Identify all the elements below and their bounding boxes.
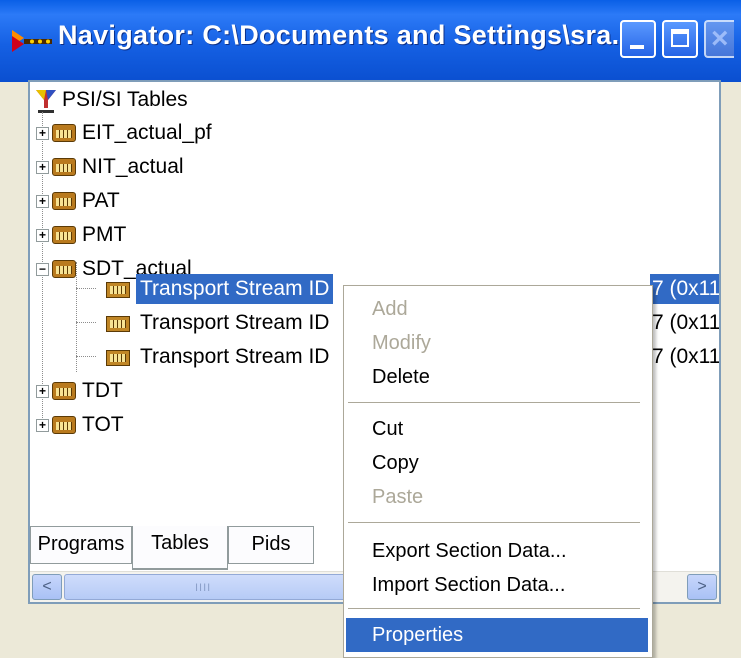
expand-icon[interactable]: +: [36, 127, 49, 140]
menu-separator: [348, 402, 640, 403]
tree-node-value: 7 (0x11: [652, 345, 721, 368]
chevron-right-icon: >: [697, 578, 707, 595]
tab-pids[interactable]: Pids: [228, 526, 314, 564]
minimize-button[interactable]: [620, 20, 656, 58]
scroll-thumb[interactable]: IIII: [64, 574, 354, 600]
table-icon: [52, 158, 76, 176]
table-icon: [52, 416, 76, 434]
menu-item-delete[interactable]: Delete: [346, 360, 648, 394]
menu-item-modify[interactable]: Modify: [346, 326, 648, 360]
tree-node-label: EIT_actual_pf: [82, 121, 212, 144]
expand-icon[interactable]: +: [36, 161, 49, 174]
tree-node-label: PMT: [82, 223, 127, 246]
tree-node-value: 7 (0x11: [652, 311, 721, 334]
tree-node-label: Transport Stream ID: [140, 311, 330, 334]
table-icon: [52, 192, 76, 210]
navigator-app-icon: [12, 30, 52, 52]
menu-separator: [348, 608, 640, 609]
menu-item-paste[interactable]: Paste: [346, 480, 648, 514]
scroll-left-button[interactable]: <: [32, 574, 62, 600]
tree-node-value: 7 (0x11: [650, 274, 719, 304]
tree-root-label[interactable]: PSI/SI Tables: [62, 88, 188, 112]
close-button[interactable]: ×: [704, 20, 734, 58]
menu-item-add[interactable]: Add: [346, 292, 648, 326]
menu-item-export-section-data[interactable]: Export Section Data...: [346, 534, 648, 568]
expand-icon[interactable]: +: [36, 385, 49, 398]
record-icon: [106, 282, 130, 298]
tab-tables[interactable]: Tables: [132, 526, 228, 570]
expand-icon[interactable]: +: [36, 195, 49, 208]
menu-item-copy[interactable]: Copy: [346, 446, 648, 480]
scroll-grip: IIII: [195, 582, 212, 594]
tab-programs[interactable]: Programs: [30, 526, 132, 564]
expand-icon[interactable]: +: [36, 229, 49, 242]
table-icon: [52, 226, 76, 244]
window-title: Navigator: C:\Documents and Settings\sra…: [58, 20, 635, 50]
record-icon: [106, 316, 130, 332]
maximize-icon: [671, 29, 689, 47]
record-icon: [106, 350, 130, 366]
expand-icon[interactable]: +: [36, 419, 49, 432]
tree-node-label: NIT_actual: [82, 155, 184, 178]
filter-funnel-icon: [36, 90, 56, 113]
title-bar[interactable]: Navigator: C:\Documents and Settings\sra…: [0, 0, 741, 82]
menu-item-import-section-data[interactable]: Import Section Data...: [346, 568, 648, 602]
chevron-left-icon: <: [42, 578, 52, 595]
tree-node-label: Transport Stream ID: [140, 345, 330, 368]
menu-separator: [348, 522, 640, 523]
close-icon: ×: [711, 22, 729, 55]
table-icon: [52, 382, 76, 400]
tree-node-label: TDT: [82, 379, 123, 402]
scroll-right-button[interactable]: >: [687, 574, 717, 600]
tree-node-label: TOT: [82, 413, 124, 436]
context-menu: Add Modify Delete Cut Copy Paste Export …: [343, 285, 653, 658]
minimize-icon: [630, 45, 644, 49]
table-icon: [52, 124, 76, 142]
tree-node-label: PAT: [82, 189, 120, 212]
menu-item-properties[interactable]: Properties: [346, 618, 648, 652]
maximize-button[interactable]: [662, 20, 698, 58]
tree-node-label: Transport Stream ID: [136, 274, 334, 304]
menu-item-cut[interactable]: Cut: [346, 412, 648, 446]
